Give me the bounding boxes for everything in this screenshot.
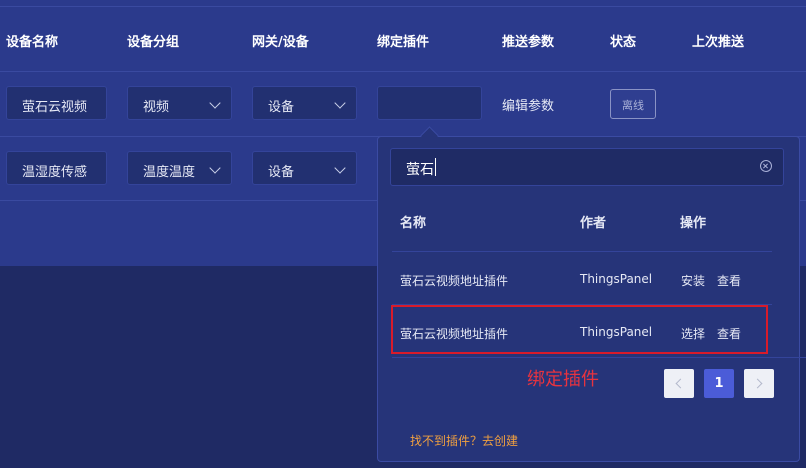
status-label: 离线 [622,99,644,112]
gateway-value: 设备 [268,165,295,180]
plugin-author: ThingsPanel [580,272,653,286]
device-name-input[interactable]: 温湿度传感 [6,151,107,185]
text-caret [435,158,436,176]
page-number-button[interactable]: 1 [704,369,734,398]
chevron-down-icon [334,97,346,109]
popup-col-actions: 操作 [680,216,707,231]
popup-divider [392,251,772,252]
popup-col-author: 作者 [580,216,607,231]
gateway-select[interactable]: 设备 [252,151,357,185]
popup-divider [392,357,806,358]
col-header-plugin: 绑定插件 [377,35,430,50]
col-header-status: 状态 [610,35,637,50]
col-header-device-group: 设备分组 [127,35,180,50]
row-divider [0,71,806,72]
annotation-label: 绑定插件 [527,369,599,390]
status-badge: 离线 [610,89,656,119]
chevron-down-icon [334,162,346,174]
plugin-search-input[interactable]: 萤石 [390,148,784,186]
device-name-value: 温湿度传感 [22,165,88,180]
plugin-bind-input[interactable] [377,86,482,120]
popup-col-name: 名称 [400,216,427,231]
device-group-select[interactable]: 视频 [127,86,232,120]
device-group-select[interactable]: 温度温度 [127,151,232,185]
next-page-button[interactable] [744,369,774,398]
device-group-value: 视频 [143,100,170,115]
col-header-device-name: 设备名称 [6,35,59,50]
device-group-value: 温度温度 [143,165,196,180]
chevron-down-icon [209,162,221,174]
col-header-gateway: 网关/设备 [252,35,309,50]
edit-params-link[interactable]: 编辑参数 [502,95,554,114]
search-value: 萤石 [406,162,434,178]
divider [0,6,806,7]
plugin-name: 萤石云视频地址插件 [400,274,509,288]
device-name-input[interactable]: 萤石云视频 [6,86,107,120]
view-link[interactable]: 查看 [717,272,741,289]
col-header-last-push: 上次推送 [692,35,745,50]
create-plugin-link[interactable]: 找不到插件？去创建 [410,432,518,449]
install-link[interactable]: 安装 [681,272,705,289]
col-header-push-params: 推送参数 [502,35,555,50]
gateway-value: 设备 [268,100,295,115]
chevron-down-icon [209,97,221,109]
gateway-select[interactable]: 设备 [252,86,357,120]
device-name-value: 萤石云视频 [22,100,88,115]
prev-page-button[interactable] [664,369,694,398]
highlight-box [391,305,768,354]
clear-icon[interactable] [760,160,772,172]
